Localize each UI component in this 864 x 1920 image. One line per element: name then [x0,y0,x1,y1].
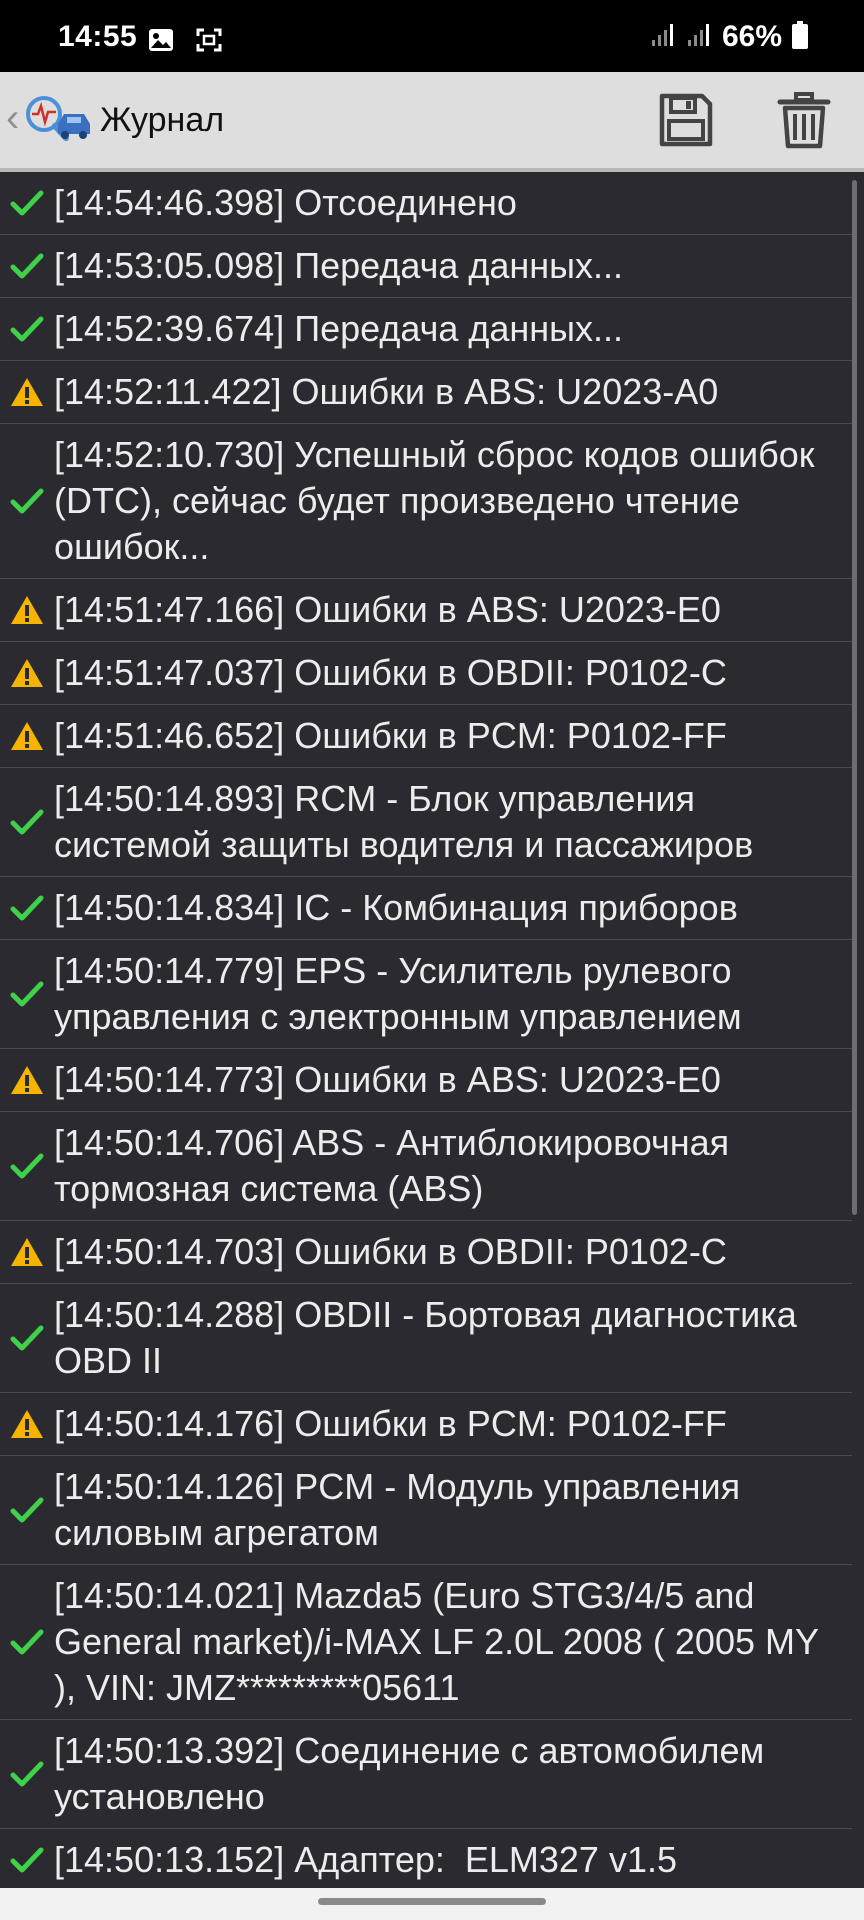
log-entry[interactable]: [14:50:14.126] PCM - Модуль управления с… [0,1456,852,1565]
status-time: 14:55 [58,20,138,53]
warning-icon [0,658,54,688]
log-entry[interactable]: [14:52:11.422] Ошибки в ABS: U2023-A0 [0,361,852,424]
log-entry-text: [14:50:14.773] Ошибки в ABS: U2023-E0 [54,1059,721,1100]
warning-icon [0,595,54,625]
log-entry[interactable]: [14:52:39.674] Передача данных... [0,298,852,361]
trash-icon [777,92,831,149]
checkmark-icon [0,486,54,516]
signal-icon [686,22,712,53]
battery-icon [792,20,808,54]
log-entry[interactable]: [14:50:14.021] Mazda5 (Euro STG3/4/5 and… [0,1565,852,1720]
log-entry[interactable]: [14:50:13.152] Адаптер: ELM327 v1.5 [0,1829,852,1888]
log-entry-text: [14:50:14.176] Ошибки в PCM: P0102-FF [54,1403,727,1444]
log-entry[interactable]: [14:50:14.706] ABS - Антиблокировочная т… [0,1112,852,1221]
log-entry-text: [14:50:14.288] OBDII - Бортовая диагност… [54,1294,807,1381]
log-entry-text: [14:51:47.037] Ошибки в OBDII: P0102-C [54,652,727,693]
log-entry-text: [14:52:11.422] Ошибки в ABS: U2023-A0 [54,371,719,412]
checkmark-icon [0,1323,54,1353]
checkmark-icon [0,1845,54,1875]
warning-icon [0,1237,54,1267]
log-entry[interactable]: [14:50:14.834] IC - Комбинация приборов [0,877,852,940]
log-entry[interactable]: [14:50:14.176] Ошибки в PCM: P0102-FF [0,1393,852,1456]
checkmark-icon [0,893,54,923]
log-entry[interactable]: [14:50:14.893] RCM - Блок управления сис… [0,768,852,877]
checkmark-icon [0,1759,54,1789]
status-bar: 14:55 66% [0,0,864,72]
log-entry[interactable]: [14:51:47.037] Ошибки в OBDII: P0102-C [0,642,852,705]
status-notification-icons [148,28,222,57]
log-entry[interactable]: [14:50:14.288] OBDII - Бортовая диагност… [0,1284,852,1393]
checkmark-icon [0,1627,54,1657]
log-entry[interactable]: [14:54:46.398] Отсоединено [0,172,852,235]
toolbar: ‹ Журнал [0,72,864,172]
checkmark-icon [0,188,54,218]
screenshot-icon [196,28,222,57]
checkmark-icon [0,979,54,1009]
warning-icon [0,1409,54,1439]
log-entry[interactable]: [14:50:14.773] Ошибки в ABS: U2023-E0 [0,1049,852,1112]
log-entry-text: [14:50:13.152] Адаптер: ELM327 v1.5 [54,1839,678,1880]
log-entry-text: [14:50:14.703] Ошибки в OBDII: P0102-C [54,1231,727,1272]
log-entry-text: [14:50:14.126] PCM - Модуль управления с… [54,1466,751,1553]
checkmark-icon [0,314,54,344]
log-entry[interactable]: [14:53:05.098] Передача данных... [0,235,852,298]
log-entry-text: [14:50:14.779] EPS - Усилитель рулевого … [54,950,742,1037]
delete-button[interactable] [774,90,834,150]
gallery-icon [148,28,174,57]
log-entry-text: [14:54:46.398] Отсоединено [54,182,517,223]
save-icon [659,93,713,147]
battery-percentage: 66% [721,20,782,53]
save-button[interactable] [656,90,716,150]
car-diagnostic-icon[interactable] [22,94,94,151]
log-list[interactable]: [14:54:46.398] Отсоединено [14:53:05.098]… [0,172,852,1888]
log-entry[interactable]: [14:51:46.652] Ошибки в PCM: P0102-FF [0,705,852,768]
log-entry[interactable]: [14:50:14.779] EPS - Усилитель рулевого … [0,940,852,1049]
log-entry[interactable]: [14:50:14.703] Ошибки в OBDII: P0102-C [0,1221,852,1284]
scrollbar[interactable] [852,180,857,1215]
log-entry-text: [14:53:05.098] Передача данных... [54,245,624,286]
checkmark-icon [0,251,54,281]
log-entry-text: [14:52:10.730] Успешный сброс кодов ошиб… [54,434,825,567]
log-entry-text: [14:51:46.652] Ошибки в PCM: P0102-FF [54,715,727,756]
log-entry-text: [14:50:13.392] Соединение с автомобилем … [54,1730,775,1817]
checkmark-icon [0,1151,54,1181]
log-entry[interactable]: [14:51:47.166] Ошибки в ABS: U2023-E0 [0,579,852,642]
home-gesture-handle[interactable] [318,1898,546,1905]
status-system-icons: 66% [650,20,808,54]
warning-icon [0,1065,54,1095]
log-entry[interactable]: [14:52:10.730] Успешный сброс кодов ошиб… [0,424,852,579]
warning-icon [0,721,54,751]
log-entry-text: [14:52:39.674] Передача данных... [54,308,624,349]
log-entry-text: [14:50:14.021] Mazda5 (Euro STG3/4/5 and… [54,1575,829,1708]
log-entry-text: [14:50:14.834] IC - Комбинация приборов [54,887,738,928]
checkmark-icon [0,807,54,837]
log-entry-text: [14:50:14.706] ABS - Антиблокировочная т… [54,1122,740,1209]
log-entry[interactable]: [14:50:13.392] Соединение с автомобилем … [0,1720,852,1829]
log-entry-text: [14:51:47.166] Ошибки в ABS: U2023-E0 [54,589,721,630]
chevron-left-icon[interactable]: ‹ [6,98,19,138]
warning-icon [0,377,54,407]
page-title: Журнал [100,101,225,139]
signal-icon [650,22,676,53]
navigation-bar [0,1888,864,1920]
checkmark-icon [0,1495,54,1525]
log-entry-text: [14:50:14.893] RCM - Блок управления сис… [54,778,754,865]
